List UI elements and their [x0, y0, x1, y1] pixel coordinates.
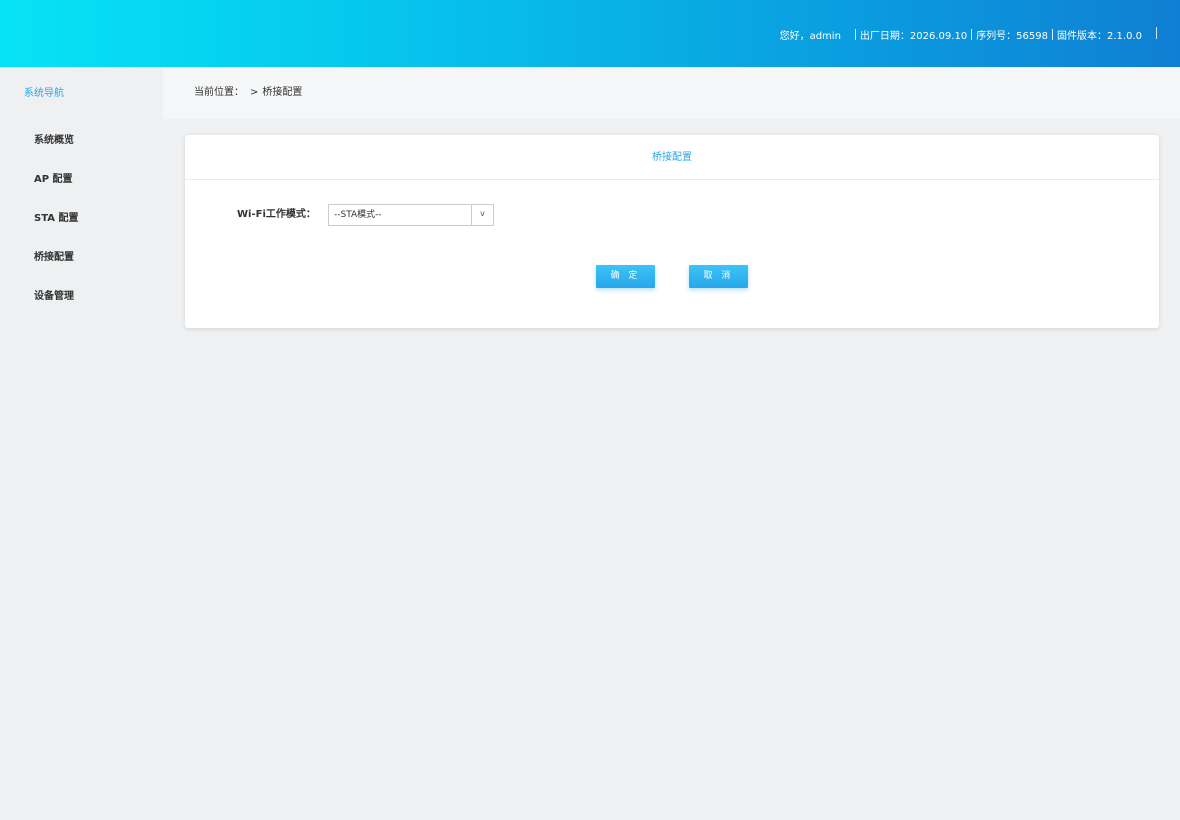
confirm-button[interactable]: 确 定	[596, 265, 655, 288]
wifi-mode-row: Wi-Fi工作模式： --STA模式-- v	[185, 204, 1159, 226]
divider	[854, 29, 856, 40]
sidebar-title: 系统导航	[24, 88, 64, 99]
breadcrumb-arrow-icon: >	[250, 87, 259, 98]
firmware-version: 固件版本：2.1.0.0	[1057, 31, 1142, 42]
header-info: 您好，admin 出厂日期：2026.09.10 序列号：56598 固件版本：…	[780, 27, 1142, 42]
breadcrumb-current: 桥接配置	[262, 87, 303, 98]
divider	[971, 29, 973, 40]
sidebar-item-ap-config[interactable]: AP 配置	[0, 160, 163, 199]
manufacture-date: 出厂日期：2026.09.10	[859, 31, 968, 42]
serial-number: 序列号：56598	[976, 31, 1048, 42]
panel-title: 桥接配置	[185, 135, 1159, 180]
breadcrumb: 当前位置： > 桥接配置	[163, 67, 1180, 119]
top-header-bar: 您好，admin 出厂日期：2026.09.10 序列号：56598 固件版本：…	[0, 0, 1180, 67]
divider	[1156, 27, 1157, 39]
divider	[1052, 29, 1053, 40]
sidebar-item-sta-config[interactable]: STA 配置	[0, 199, 163, 238]
sidebar-nav: 系统导航 系统概览 AP 配置 STA 配置 桥接配置 设备管理	[0, 67, 163, 820]
wifi-mode-select[interactable]: --STA模式-- v	[328, 204, 494, 226]
wifi-mode-label: Wi-Fi工作模式：	[237, 209, 316, 220]
sidebar-item-overview[interactable]: 系统概览	[0, 121, 163, 160]
chevron-down-icon[interactable]: v	[471, 205, 493, 225]
breadcrumb-prefix: 当前位置：	[194, 87, 244, 98]
greeting-text: 您好，admin	[779, 31, 841, 42]
wifi-mode-value: --STA模式--	[334, 210, 382, 220]
cancel-button[interactable]: 取 消	[689, 265, 748, 288]
bridge-config-panel: 桥接配置 Wi-Fi工作模式： --STA模式-- v 确 定 取 消	[185, 135, 1159, 328]
sidebar-item-device-management[interactable]: 设备管理	[0, 277, 163, 316]
sidebar-item-bridge-config[interactable]: 桥接配置	[0, 238, 163, 277]
